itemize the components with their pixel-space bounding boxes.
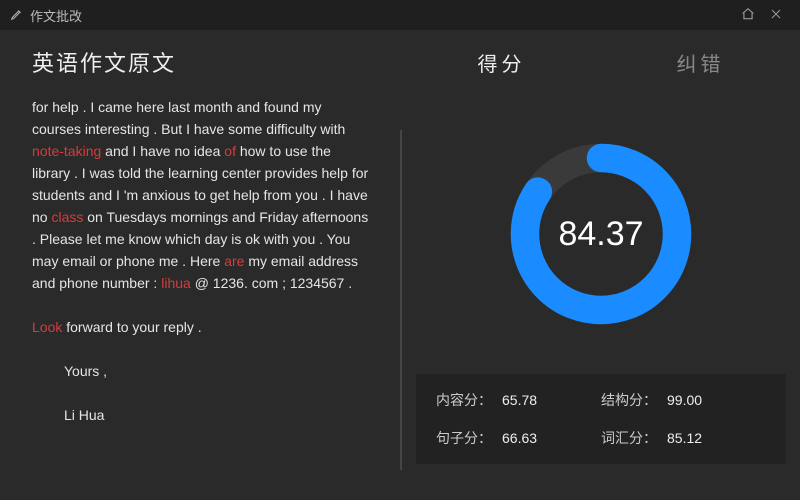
right-panel: 得分 纠错 84.37 内容分： 65.78 结构分： 99.00 句 — [402, 30, 800, 500]
close-icon — [770, 8, 782, 20]
sub-scores: 内容分： 65.78 结构分： 99.00 句子分： 66.63 词汇分： 85… — [416, 374, 786, 464]
sub-content: 内容分： 65.78 — [436, 390, 601, 410]
tab-correct[interactable]: 纠错 — [601, 48, 800, 77]
home-icon — [741, 7, 755, 21]
pen-icon — [10, 7, 24, 24]
sub-structure: 结构分： 99.00 — [601, 390, 766, 410]
sub-sentence: 句子分： 66.63 — [436, 428, 601, 448]
sub-label: 内容分： — [436, 390, 492, 410]
sub-label: 词汇分： — [601, 428, 657, 448]
sub-label: 句子分： — [436, 428, 492, 448]
tabs: 得分 纠错 — [402, 30, 800, 94]
sub-vocab: 词汇分： 85.12 — [601, 428, 766, 448]
score-total: 84.37 — [506, 139, 696, 329]
window-title: 作文批改 — [30, 6, 82, 25]
essay-body: for help . I came here last month and fo… — [32, 96, 372, 496]
sub-value: 66.63 — [502, 430, 537, 446]
sub-value: 99.00 — [667, 392, 702, 408]
close-button[interactable] — [762, 8, 790, 23]
titlebar: 作文批改 — [0, 0, 800, 30]
essay-heading: 英语作文原文 — [32, 46, 372, 78]
sub-value: 65.78 — [502, 392, 537, 408]
sub-label: 结构分： — [601, 390, 657, 410]
left-panel: 英语作文原文 for help . I came here last month… — [0, 30, 400, 500]
home-button[interactable] — [734, 7, 762, 24]
tab-score[interactable]: 得分 — [402, 48, 601, 77]
score-gauge: 84.37 — [506, 139, 696, 329]
sub-value: 85.12 — [667, 430, 702, 446]
gauge-wrap: 84.37 — [402, 94, 800, 374]
main: 英语作文原文 for help . I came here last month… — [0, 30, 800, 500]
